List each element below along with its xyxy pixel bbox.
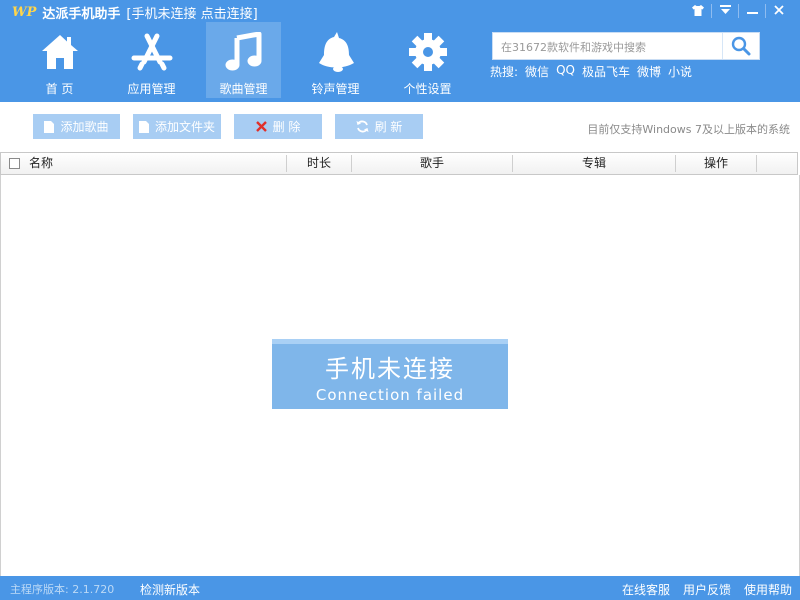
- online-support-link[interactable]: 在线客服: [622, 581, 670, 598]
- header: WP 达派手机助手 [手机未连接 点击连接] 首 页 应用管理 歌曲管理 铃声管…: [0, 0, 800, 102]
- bell-icon: [314, 30, 358, 74]
- refresh-icon: [356, 120, 369, 133]
- gear-icon: [406, 30, 450, 74]
- app-window: WP 达派手机助手 [手机未连接 点击连接] 首 页 应用管理 歌曲管理 铃声管…: [0, 0, 800, 600]
- nav-item-ringtones[interactable]: 铃声管理: [298, 22, 373, 98]
- column-artist[interactable]: 歌手: [352, 153, 512, 174]
- main-nav: 首 页 应用管理 歌曲管理 铃声管理 个性设置: [22, 22, 482, 98]
- menu-icon[interactable]: [712, 2, 738, 18]
- delete-button[interactable]: 删 除: [234, 114, 322, 139]
- skin-icon[interactable]: [685, 2, 711, 18]
- delete-label: 删 除: [272, 120, 301, 134]
- delete-x-icon: [255, 121, 267, 132]
- add-song-button[interactable]: 添加歌曲: [33, 114, 120, 139]
- status-links: 在线客服 用户反馈 使用帮助: [609, 581, 792, 598]
- minimize-icon[interactable]: [739, 2, 765, 18]
- nav-item-songs[interactable]: 歌曲管理: [206, 22, 281, 98]
- music-note-icon: [222, 30, 266, 74]
- search-button[interactable]: [722, 33, 759, 59]
- title-bar: WP 达派手机助手 [手机未连接 点击连接]: [12, 3, 258, 22]
- toolbar: 添加歌曲 添加文件夹 删 除 刷 新 目前仅支持Windows 7及以上版本的系…: [0, 102, 800, 152]
- add-folder-label: 添加文件夹: [154, 120, 215, 134]
- song-table-header: 名称 时长 歌手 专辑 操作: [0, 152, 798, 175]
- connection-failed-subtitle: Connection failed: [315, 386, 465, 404]
- column-actions[interactable]: 操作: [676, 153, 756, 174]
- select-all-checkbox[interactable]: [9, 158, 20, 169]
- nav-label: 铃声管理: [311, 82, 360, 96]
- hot-search-item[interactable]: 微信: [525, 63, 549, 80]
- nav-label: 歌曲管理: [219, 82, 268, 96]
- window-controls: [685, 2, 792, 20]
- hot-search: 热搜: 微信 QQ 极品飞车 微博 小说: [490, 63, 699, 80]
- feedback-link[interactable]: 用户反馈: [683, 581, 731, 598]
- hot-search-label: 热搜:: [490, 65, 519, 79]
- column-name[interactable]: 名称: [29, 153, 53, 174]
- nav-label: 个性设置: [403, 82, 452, 96]
- status-bar: 主程序版本: 2.1.720 检测新版本 在线客服 用户反馈 使用帮助: [0, 576, 800, 600]
- connection-failed-banner[interactable]: 手机未连接 Connection failed: [272, 339, 508, 409]
- add-folder-button[interactable]: 添加文件夹: [133, 114, 221, 139]
- refresh-button[interactable]: 刷 新: [335, 114, 423, 139]
- close-icon[interactable]: [766, 2, 792, 18]
- check-update-link[interactable]: 检测新版本: [140, 581, 200, 598]
- column-duration[interactable]: 时长: [287, 153, 351, 174]
- nav-label: 应用管理: [127, 82, 176, 96]
- version-label: 主程序版本: 2.1.720: [10, 583, 115, 596]
- os-support-note: 目前仅支持Windows 7及以上版本的系统: [587, 123, 790, 136]
- file-icon: [138, 120, 149, 133]
- connect-link[interactable]: [手机未连接 点击连接]: [126, 3, 257, 22]
- app-logo: WP: [12, 4, 37, 20]
- hot-search-item[interactable]: 极品飞车: [582, 63, 630, 80]
- search-icon: [731, 36, 751, 56]
- search-box: [492, 32, 760, 61]
- nav-item-apps[interactable]: 应用管理: [114, 22, 189, 98]
- nav-item-settings[interactable]: 个性设置: [390, 22, 465, 98]
- help-link[interactable]: 使用帮助: [744, 581, 792, 598]
- hot-search-item[interactable]: 小说: [668, 63, 692, 80]
- add-song-label: 添加歌曲: [60, 120, 109, 134]
- search-input[interactable]: [493, 33, 735, 61]
- file-icon: [44, 120, 55, 133]
- hot-search-item[interactable]: 微博: [637, 63, 661, 80]
- app-store-icon: [130, 30, 174, 74]
- nav-item-home[interactable]: 首 页: [22, 22, 97, 98]
- connection-failed-title: 手机未连接: [325, 355, 455, 383]
- column-album[interactable]: 专辑: [513, 153, 675, 174]
- home-icon: [38, 30, 82, 74]
- nav-label: 首 页: [45, 82, 74, 96]
- hot-search-item[interactable]: QQ: [556, 63, 575, 80]
- app-name: 达派手机助手: [42, 6, 121, 22]
- refresh-label: 刷 新: [374, 120, 403, 134]
